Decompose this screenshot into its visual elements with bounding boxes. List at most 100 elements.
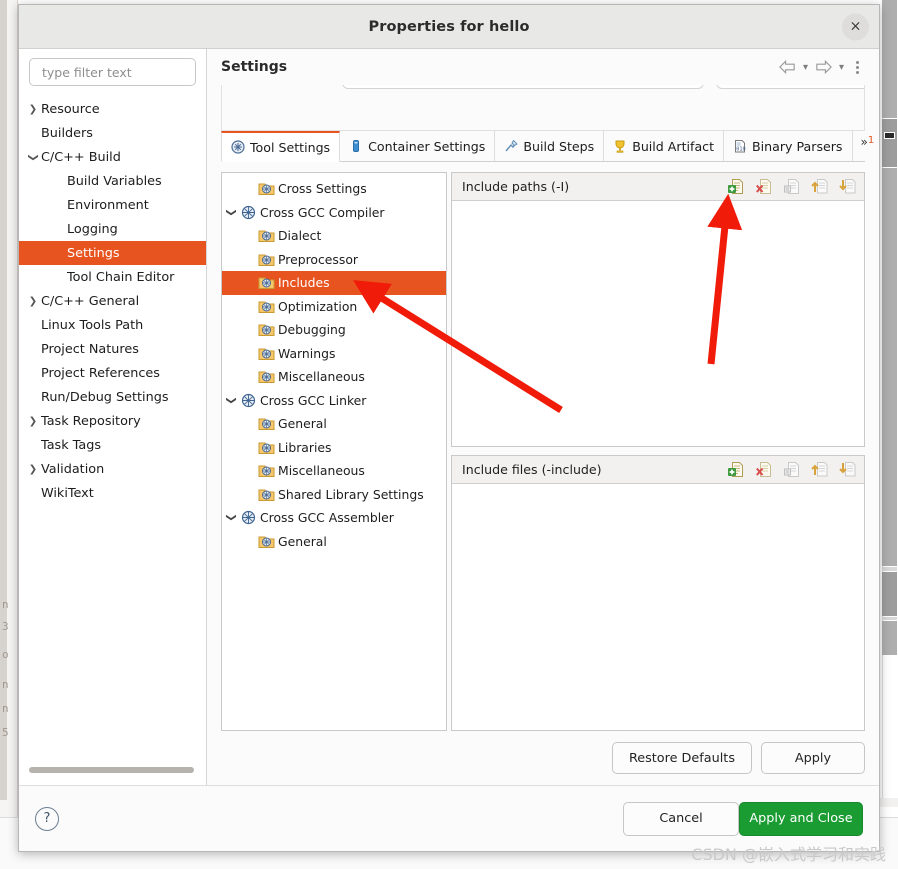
page-title: Settings: [221, 59, 778, 75]
search-input[interactable]: [40, 64, 185, 81]
apply-button[interactable]: Apply: [761, 742, 865, 774]
tool-tree-item-cross-gcc-linker[interactable]: ❯ Cross GCC Linker: [222, 389, 446, 413]
delete-icon[interactable]: [755, 461, 772, 478]
chevron-right-icon[interactable]: ❯: [25, 104, 41, 115]
edit-icon[interactable]: [783, 461, 800, 478]
tool-settings-content: Cross Settings ❯Cross GCC CompilerDialect…: [221, 162, 865, 731]
tool-tree-item-label: Miscellaneous: [278, 463, 365, 478]
scrollbar-marker: [884, 132, 895, 139]
tool-tree-item-dialect[interactable]: Dialect: [222, 224, 446, 248]
include-paths-list[interactable]: [452, 201, 864, 446]
chevron-down-icon[interactable]: ❯: [226, 203, 237, 221]
tool-tree-item-general[interactable]: General: [222, 412, 446, 436]
chevron-right-icon[interactable]: ❯: [25, 416, 41, 427]
sidebar-item-validation[interactable]: ❯Validation: [19, 457, 206, 481]
help-icon[interactable]: ?: [35, 807, 59, 831]
tool-tree-item-miscellaneous[interactable]: Miscellaneous: [222, 459, 446, 483]
sidebar-item-builders[interactable]: Builders: [19, 121, 206, 145]
tool-tree-item-general[interactable]: General: [222, 530, 446, 554]
add-icon[interactable]: [727, 178, 744, 195]
sidebar-horizontal-scrollbar[interactable]: [29, 767, 194, 775]
chevron-down-icon[interactable]: ❯: [28, 149, 39, 165]
chevron-right-icon[interactable]: ❯: [25, 296, 41, 307]
sidebar-item-project-natures[interactable]: Project Natures: [19, 337, 206, 361]
sidebar-item-settings[interactable]: Settings: [19, 241, 206, 265]
back-history-chevron-down-icon[interactable]: ▾: [803, 62, 808, 73]
tool-tree-item-label: Cross GCC Linker: [260, 393, 366, 408]
cancel-button[interactable]: Cancel: [623, 802, 739, 836]
tool-tree-item-miscellaneous[interactable]: Miscellaneous: [222, 365, 446, 389]
chevron-down-icon[interactable]: ❯: [226, 509, 237, 527]
option-lists-column: Include paths (-I): [451, 172, 865, 731]
sidebar-item-environment[interactable]: Environment: [19, 193, 206, 217]
back-arrow-icon[interactable]: [778, 59, 797, 75]
build-artifact-icon: [613, 139, 627, 153]
configuration-combo[interactable]: [342, 85, 704, 89]
sidebar-item-c-c-build[interactable]: ❯C/C++ Build: [19, 145, 206, 169]
close-icon[interactable]: ×: [842, 13, 869, 40]
background-ghost-line: 3: [2, 620, 9, 633]
sidebar-item-c-c-general[interactable]: ❯C/C++ General: [19, 289, 206, 313]
tool-tree-item-label: Optimization: [278, 299, 357, 314]
delete-icon[interactable]: [755, 178, 772, 195]
sidebar-item-label: Project Natures: [41, 342, 139, 357]
manage-configurations-combo[interactable]: [716, 85, 865, 89]
tool-tree-item-cross-gcc-assembler[interactable]: ❯Cross GCC Assembler: [222, 506, 446, 530]
move-up-icon[interactable]: [811, 178, 828, 195]
move-down-icon[interactable]: [839, 178, 856, 195]
tab-build-artifact[interactable]: Build Artifact: [604, 131, 724, 161]
restore-defaults-button[interactable]: Restore Defaults: [612, 742, 752, 774]
sidebar-item-task-tags[interactable]: Task Tags: [19, 433, 206, 457]
tool-tree-item-optimization[interactable]: Optimization: [222, 295, 446, 319]
properties-dialog: Properties for hello × ❯ResourceBuilders…: [18, 4, 880, 852]
tool-tree-item-label: General: [278, 416, 327, 431]
preference-pages-sidebar: ❯Resource Builders ❯C/C++ BuildBuild Varia…: [19, 49, 207, 785]
forward-history-chevron-down-icon[interactable]: ▾: [839, 62, 844, 73]
sidebar-item-resource[interactable]: ❯Resource: [19, 97, 206, 121]
folder-tool-icon: [258, 322, 275, 337]
sidebar-item-tool-chain-editor[interactable]: Tool Chain Editor: [19, 265, 206, 289]
sidebar-item-linux-tools-path[interactable]: Linux Tools Path: [19, 313, 206, 337]
tool-tree-item-label: Shared Library Settings: [278, 487, 424, 502]
background-ghost-line: o: [2, 648, 9, 661]
tool-tree-item-preprocessor[interactable]: Preprocessor: [222, 248, 446, 272]
tool-tree-item-label: Cross Settings: [278, 181, 367, 196]
tool-tree-item-libraries[interactable]: Libraries: [222, 436, 446, 460]
include-files-list[interactable]: [452, 484, 864, 730]
apply-and-close-button[interactable]: Apply and Close: [739, 802, 863, 836]
tool-tree-item-cross-gcc-compiler[interactable]: ❯Cross GCC Compiler: [222, 201, 446, 225]
sidebar-item-task-repository[interactable]: ❯Task Repository: [19, 409, 206, 433]
tab-overflow-count: 1: [868, 135, 874, 146]
chevron-down-icon[interactable]: ❯: [226, 391, 237, 409]
tool-tree-item-debugging[interactable]: Debugging: [222, 318, 446, 342]
tab-build-steps[interactable]: Build Steps: [495, 131, 604, 161]
sidebar-item-logging[interactable]: Logging: [19, 217, 206, 241]
add-icon[interactable]: [727, 461, 744, 478]
view-menu-icon[interactable]: [850, 61, 865, 74]
tab-tool-settings[interactable]: Tool Settings: [221, 131, 340, 162]
scrollbar-thumb[interactable]: [29, 767, 194, 773]
sidebar-item-label: Builders: [41, 126, 93, 141]
background-vertical-scrollbar[interactable]: [882, 0, 898, 800]
configuration-combo-strip: [221, 85, 865, 131]
move-down-icon[interactable]: [839, 461, 856, 478]
tool-tree-item-warnings[interactable]: Warnings: [222, 342, 446, 366]
filter-field[interactable]: [29, 58, 196, 86]
sidebar-item-wikitext[interactable]: WikiText: [19, 481, 206, 505]
tab-binary-parsers[interactable]: 010Binary Parsers: [724, 131, 852, 161]
chevron-right-icon[interactable]: ❯: [25, 464, 41, 475]
tool-tree-item-shared-library-settings[interactable]: Shared Library Settings: [222, 483, 446, 507]
sidebar-item-project-references[interactable]: Project References: [19, 361, 206, 385]
tool-tree-item-includes[interactable]: Includes: [222, 271, 446, 295]
forward-arrow-icon[interactable]: [814, 59, 833, 75]
edit-icon[interactable]: [783, 178, 800, 195]
sidebar-item-run-debug-settings[interactable]: Run/Debug Settings: [19, 385, 206, 409]
sidebar-item-build-variables[interactable]: Build Variables: [19, 169, 206, 193]
tab-overflow-glyph: »: [861, 135, 868, 149]
include-paths-label: Include paths (-I): [462, 179, 727, 194]
tab-overflow-chevron-icon[interactable]: »1: [853, 131, 883, 161]
move-up-icon[interactable]: [811, 461, 828, 478]
tool-tree-item-cross-settings[interactable]: Cross Settings: [222, 177, 446, 201]
include-files-label: Include files (-include): [462, 462, 727, 477]
tab-container-settings[interactable]: Container Settings: [340, 131, 495, 161]
